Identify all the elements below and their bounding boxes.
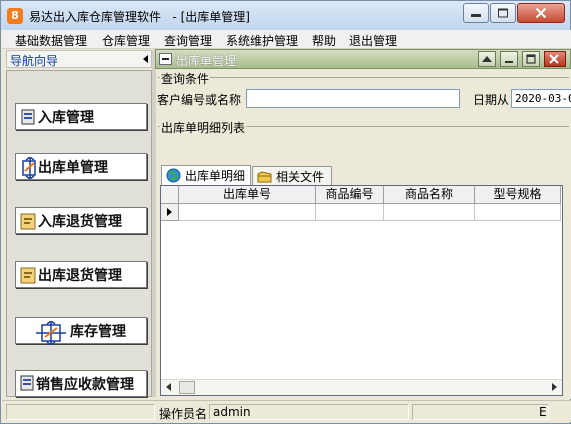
nav-button-stock-in[interactable]: 入库管理 bbox=[15, 103, 147, 130]
inventory-icon bbox=[36, 321, 66, 345]
nav-button-label: 出库退货管理 bbox=[38, 267, 122, 284]
status-pane-right bbox=[412, 404, 549, 420]
scroll-thumb[interactable] bbox=[179, 381, 195, 394]
customer-input[interactable] bbox=[246, 89, 460, 108]
menu-bar: 基础数据管理 仓库管理 查询管理 系统维护管理 帮助 退出管理 bbox=[2, 30, 571, 49]
nav-button-label: 入库退货管理 bbox=[38, 213, 122, 230]
status-bar: 操作员名 admin E bbox=[2, 400, 571, 422]
tab-label: 相关文件 bbox=[276, 170, 325, 184]
menu-query[interactable]: 查询管理 bbox=[164, 32, 212, 49]
scroll-left-icon[interactable] bbox=[166, 383, 171, 391]
close-icon bbox=[535, 7, 547, 19]
grid-header: 出库单号 商品编号 商品名称 型号规格 bbox=[161, 186, 561, 204]
child-window-body: 查询条件 客户编号或名称 日期从 2020-03-0 出库单明细列表 出库单明细… bbox=[156, 69, 571, 399]
child-system-menu-icon[interactable] bbox=[159, 53, 172, 65]
nav-button-receivables[interactable]: 销售应收款管理 bbox=[15, 370, 147, 397]
stock-out-icon bbox=[22, 157, 36, 179]
status-right-text: E bbox=[539, 405, 547, 419]
grid-cell[interactable] bbox=[384, 204, 475, 221]
scroll-right-icon[interactable] bbox=[552, 383, 557, 391]
detail-group-label: 出库单明细列表 bbox=[160, 119, 247, 136]
column-header-product-code[interactable]: 商品编号 bbox=[316, 186, 384, 204]
tab-label: 出库单明细 bbox=[185, 169, 246, 183]
maximize-button[interactable] bbox=[490, 3, 516, 23]
child-close-button[interactable] bbox=[544, 51, 566, 67]
nav-button-inventory[interactable]: 库存管理 bbox=[15, 317, 147, 345]
receivables-icon bbox=[20, 375, 34, 391]
nav-button-label: 入库管理 bbox=[38, 109, 94, 126]
grid-cell[interactable] bbox=[316, 204, 384, 221]
folder-icon bbox=[257, 170, 272, 182]
menu-help[interactable]: 帮助 bbox=[312, 32, 336, 49]
nav-button-stock-out-return[interactable]: 出库退货管理 bbox=[15, 261, 147, 288]
column-header-product-name[interactable]: 商品名称 bbox=[384, 186, 475, 204]
minimize-button[interactable] bbox=[463, 3, 489, 23]
close-icon bbox=[549, 54, 559, 64]
nav-header-label: 导航向导 bbox=[10, 54, 59, 68]
nav-panel: 入库管理 出库单管理 入库退货管理 出库退货管理 库存管理 销售应收款管理 bbox=[6, 70, 152, 397]
tab-stock-out-detail[interactable]: 出库单明细 bbox=[161, 165, 251, 185]
date-from-input[interactable]: 2020-03-0 bbox=[511, 89, 571, 108]
nav-button-stock-in-return[interactable]: 入库退货管理 bbox=[15, 207, 147, 234]
nav-button-stock-out[interactable]: 出库单管理 bbox=[15, 153, 147, 180]
app-icon: 8 bbox=[7, 8, 23, 24]
close-button[interactable] bbox=[517, 3, 565, 23]
tab-related-files[interactable]: 相关文件 bbox=[252, 166, 332, 186]
date-from-label: 日期从 bbox=[473, 93, 510, 107]
nav-button-label: 销售应收款管理 bbox=[36, 376, 134, 393]
detail-grid[interactable]: 出库单号 商品编号 商品名称 型号规格 bbox=[160, 185, 563, 396]
customer-label: 客户编号或名称 bbox=[157, 93, 242, 107]
row-indicator-icon bbox=[161, 204, 179, 221]
child-maximize-button[interactable] bbox=[522, 51, 540, 67]
menu-system-maintenance[interactable]: 系统维护管理 bbox=[226, 32, 298, 49]
menu-basic-data[interactable]: 基础数据管理 bbox=[15, 32, 87, 49]
horizontal-scrollbar[interactable] bbox=[161, 379, 562, 395]
operator-label: 操作员名 bbox=[159, 407, 208, 421]
window-frame: 基础数据管理 仓库管理 查询管理 系统维护管理 帮助 退出管理 导航向导 入库管… bbox=[0, 30, 571, 424]
child-restore-up-button[interactable] bbox=[478, 51, 496, 67]
window-title: 易达出入库仓库管理软件 - [出库单管理] bbox=[29, 10, 250, 24]
column-header-model-spec[interactable]: 型号规格 bbox=[475, 186, 561, 204]
menu-warehouse[interactable]: 仓库管理 bbox=[102, 32, 150, 49]
nav-collapse-icon[interactable] bbox=[143, 55, 148, 63]
grid-corner bbox=[161, 186, 179, 204]
stock-in-icon bbox=[21, 109, 35, 125]
status-pane-empty bbox=[6, 404, 155, 420]
stock-out-return-icon bbox=[20, 267, 36, 284]
globe-icon bbox=[166, 168, 181, 183]
minimize-icon bbox=[471, 14, 481, 17]
grid-cell[interactable] bbox=[475, 204, 561, 221]
child-window-titlebar: 出库单管理 bbox=[155, 49, 571, 69]
triangle-up-icon bbox=[482, 56, 492, 62]
maximize-icon bbox=[526, 54, 536, 64]
minimize-icon bbox=[505, 61, 513, 63]
menu-exit[interactable]: 退出管理 bbox=[349, 32, 397, 49]
child-minimize-button[interactable] bbox=[500, 51, 518, 67]
nav-button-label: 出库单管理 bbox=[38, 159, 108, 176]
child-window-title: 出库单管理 bbox=[176, 54, 237, 68]
window-titlebar: 8 易达出入库仓库管理软件 - [出库单管理] bbox=[0, 0, 571, 30]
query-group-label: 查询条件 bbox=[160, 70, 211, 87]
column-header-order-number[interactable]: 出库单号 bbox=[179, 186, 316, 204]
nav-header: 导航向导 bbox=[6, 50, 152, 68]
stock-in-return-icon bbox=[20, 213, 36, 230]
nav-button-label: 库存管理 bbox=[70, 323, 126, 340]
query-group-border bbox=[158, 77, 569, 78]
maximize-icon bbox=[498, 8, 508, 18]
operator-value: admin bbox=[213, 405, 251, 419]
grid-cell[interactable] bbox=[179, 204, 316, 221]
